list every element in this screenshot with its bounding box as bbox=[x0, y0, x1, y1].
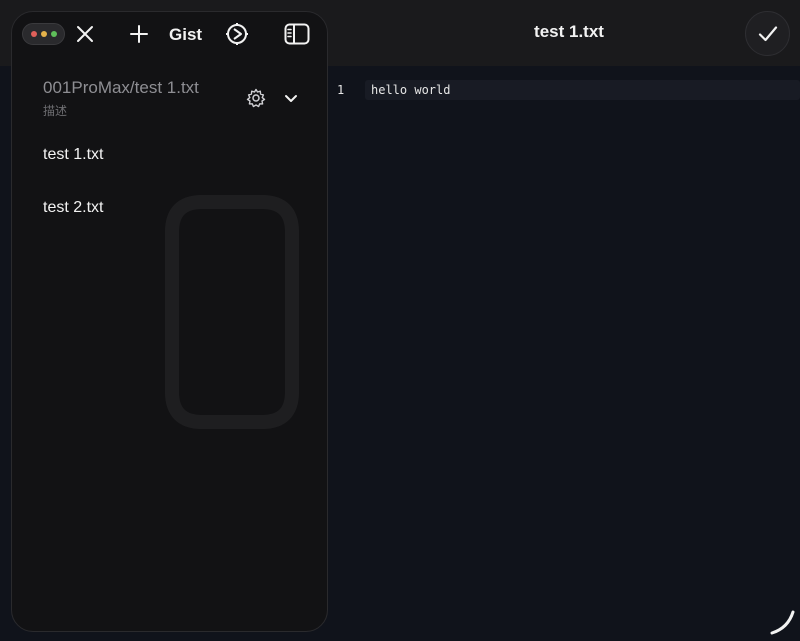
window-dot-yellow[interactable] bbox=[40, 31, 47, 37]
line-number: 1 bbox=[337, 83, 345, 97]
file-item[interactable]: test 2.txt bbox=[43, 199, 103, 217]
watermark-icon bbox=[165, 195, 299, 429]
editor-title: test 1.txt bbox=[534, 22, 604, 41]
line-text[interactable]: hello world bbox=[371, 83, 450, 97]
gear-icon bbox=[246, 88, 266, 108]
code-editor[interactable]: 1 hello world bbox=[328, 66, 800, 641]
repo-expand-button[interactable] bbox=[280, 87, 302, 109]
window-dot-green[interactable] bbox=[50, 31, 57, 37]
close-button[interactable] bbox=[72, 21, 98, 47]
app-window: test 1.txt 1 hello world Gist 001ProMax/… bbox=[0, 0, 800, 641]
add-button[interactable] bbox=[126, 21, 152, 47]
code-line: 1 hello world bbox=[328, 80, 800, 100]
file-item[interactable]: test 1.txt bbox=[43, 146, 103, 164]
resize-handle-icon[interactable] bbox=[768, 608, 796, 636]
checkmark-icon bbox=[758, 25, 777, 41]
close-icon bbox=[77, 26, 93, 42]
chevron-down-icon bbox=[285, 95, 297, 102]
repo-title: 001ProMax/test 1.txt bbox=[43, 78, 199, 97]
sidebar-toggle-button[interactable] bbox=[283, 21, 311, 47]
repo-settings-button[interactable] bbox=[245, 87, 267, 109]
window-controls[interactable] bbox=[22, 23, 65, 45]
plus-icon bbox=[130, 25, 148, 43]
sync-icon bbox=[226, 23, 248, 45]
gist-label: Gist bbox=[169, 25, 203, 44]
sync-button[interactable] bbox=[223, 20, 251, 48]
sidebar-toggle-icon bbox=[284, 23, 310, 45]
sidebar-panel: Gist 001ProMax/test 1.txt 描述 test 1.txt … bbox=[11, 11, 328, 632]
repo-description: 描述 bbox=[43, 104, 68, 118]
confirm-button[interactable] bbox=[745, 11, 790, 56]
window-dot-red[interactable] bbox=[30, 31, 37, 37]
